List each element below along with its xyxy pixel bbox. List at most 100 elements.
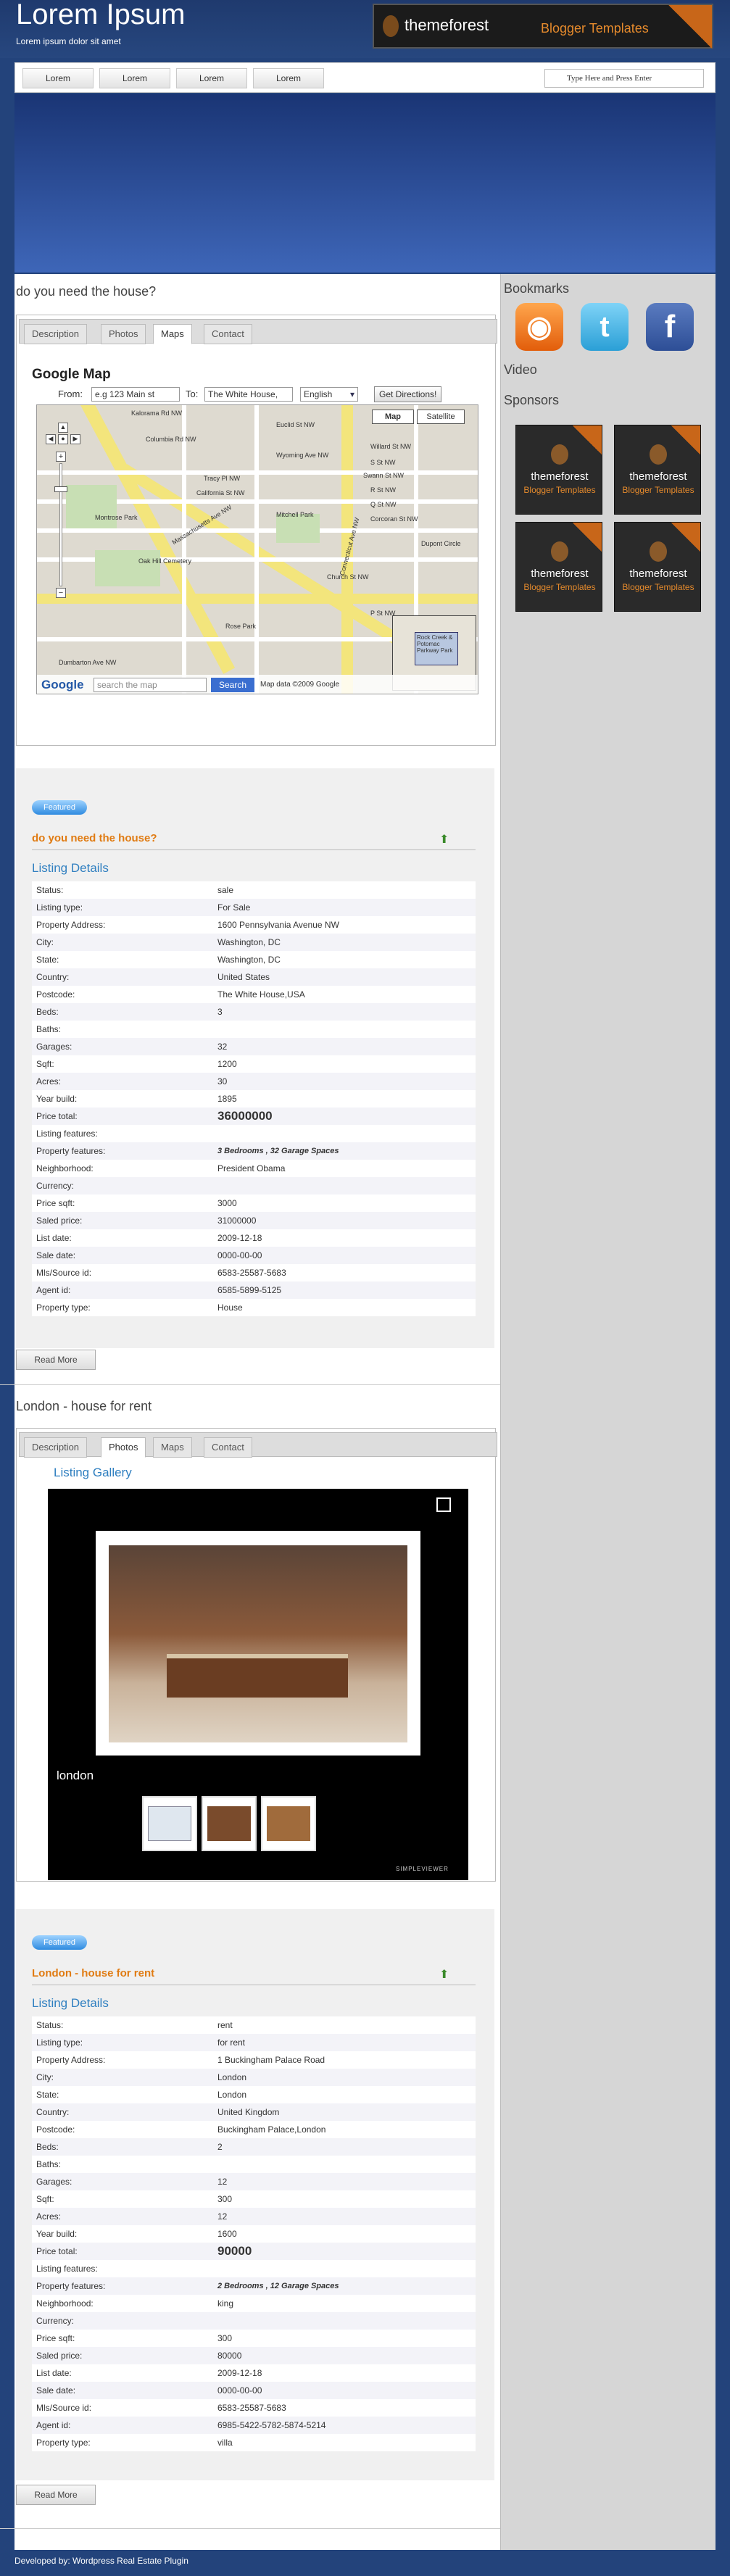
get-directions-button[interactable]: Get Directions! [374,386,442,402]
fullscreen-icon[interactable] [436,1497,451,1512]
twitter-icon[interactable]: t [581,303,629,351]
search-input[interactable]: Type Here and Press Enter [544,69,704,88]
google-map[interactable]: Kalorama Rd NW Columbia Rd NW Euclid St … [36,404,478,694]
gallery-thumbnail[interactable] [142,1796,197,1851]
pan-up-icon[interactable]: ▲ [58,423,68,433]
zoom-handle[interactable] [54,486,67,492]
up-arrow-icon[interactable]: ⬆ [439,1967,449,1982]
detail-label: State: [32,2086,213,2103]
detail-row: Property type: villa [32,2434,476,2451]
sponsor-ad[interactable]: themeforest Blogger Templates [515,522,602,612]
detail-row: Beds: 3 [32,1003,476,1021]
nav-tab-4[interactable]: Lorem [253,68,324,88]
featured-badge: Featured [32,1935,87,1950]
banner-tagline: Blogger Templates [541,21,649,36]
detail-row: Sqft: 1200 [32,1055,476,1073]
nav-tab-3[interactable]: Lorem [176,68,247,88]
sponsor-ad[interactable]: themeforest Blogger Templates [614,522,701,612]
zoom-in-icon[interactable]: + [56,452,66,462]
tab-photos[interactable]: Photos [101,1437,146,1458]
header-banner-ad[interactable]: themeforest Blogger Templates [373,4,713,49]
map-copyright: Map data ©2009 Google [260,681,340,689]
up-arrow-icon[interactable]: ⬆ [439,832,449,847]
sponsor-sub: Blogger Templates [523,582,596,592]
detail-value: for rent [213,2034,476,2051]
detail-value: 12 [213,2173,476,2190]
zoom-out-icon[interactable]: − [56,588,66,598]
detail-label: Beds: [32,1003,213,1021]
sponsor-ad[interactable]: themeforest Blogger Templates [614,425,701,515]
street-label: Willard St NW [370,443,411,450]
street-label: Corcoran St NW [370,515,418,523]
listing-details-heading: Listing Details [32,1996,109,2010]
to-input[interactable]: The White House, [204,387,293,402]
kitchen-photo[interactable] [109,1545,407,1742]
pan-right-icon[interactable]: ▶ [70,434,80,444]
listing-title[interactable]: do you need the house? [32,832,157,844]
detail-value [213,2260,476,2277]
tab-photos[interactable]: Photos [101,324,146,344]
site-title[interactable]: Lorem Ipsum [16,0,185,31]
detail-value [213,2312,476,2330]
park-area [95,550,160,586]
zoom-slider[interactable] [59,463,62,586]
nav-tab-1[interactable]: Lorem [22,68,94,88]
detail-label: State: [32,951,213,968]
detail-label: Mls/Source id: [32,2399,213,2417]
map-type-map-button[interactable]: Map [372,410,414,424]
footer-credit[interactable]: Developed by: Wordpress Real Estate Plug… [14,2556,188,2566]
tab-maps[interactable]: Maps [153,1437,192,1458]
detail-row: Price total: 90000 [32,2243,476,2260]
gallery-thumbnail[interactable] [261,1796,316,1851]
tab-description[interactable]: Description [24,1437,88,1458]
photo-gallery[interactable]: london SIMPLEVIEWER [48,1489,468,1880]
overview-viewport[interactable]: Rock Creek & Potomac Parkway Park [415,632,458,665]
from-input[interactable]: e.g 123 Main st [91,387,180,402]
detail-label: Garages: [32,1038,213,1055]
google-logo: Google [41,678,84,691]
detail-value: London [213,2069,476,2086]
tab-description[interactable]: Description [24,324,88,344]
detail-label: Country: [32,2103,213,2121]
detail-row: Country: United Kingdom [32,2103,476,2121]
map-street [254,405,259,694]
listing-title[interactable]: London - house for rent [32,1967,154,1979]
detail-label: City: [32,2069,213,2086]
tab-maps[interactable]: Maps [153,324,192,344]
tab-contact[interactable]: Contact [204,324,252,344]
map-search-input[interactable]: search the map [94,678,207,692]
detail-label: List date: [32,2364,213,2382]
facebook-icon[interactable]: f [646,303,694,351]
pan-center-icon[interactable]: ● [58,434,68,444]
detail-row: Acres: 30 [32,1073,476,1090]
gallery-thumbnail[interactable] [202,1796,257,1851]
detail-value: For Sale [213,899,476,916]
read-more-button[interactable]: Read More [16,2485,96,2505]
sponsor-ad[interactable]: themeforest Blogger Templates [515,425,602,515]
map-search-button[interactable]: Search [211,678,254,692]
rss-icon[interactable]: ◉ [515,303,563,351]
listing-gallery-heading: Listing Gallery [54,1466,132,1479]
post-title[interactable]: London - house for rent [16,1399,152,1414]
detail-row: Agent id: 6985-5422-5782-5874-5214 [32,2417,476,2434]
detail-value: United Kingdom [213,2103,476,2121]
detail-row: City: Washington, DC [32,934,476,951]
detail-value: 300 [213,2190,476,2208]
detail-row: Agent id: 6585-5899-5125 [32,1281,476,1299]
detail-row: Garages: 32 [32,1038,476,1055]
tab-contact[interactable]: Contact [204,1437,252,1458]
post-title[interactable]: do you need the house? [16,284,156,299]
read-more-button[interactable]: Read More [16,1350,96,1370]
detail-value [213,1177,476,1194]
detail-value: 30 [213,1073,476,1090]
detail-row: Listing features: [32,2260,476,2277]
nav-tab-2[interactable]: Lorem [99,68,170,88]
detail-label: Sale date: [32,1247,213,1264]
post-separator [0,1384,500,1385]
map-type-satellite-button[interactable]: Satellite [417,410,465,424]
pan-left-icon[interactable]: ◀ [46,434,56,444]
language-select[interactable]: English ▾ [300,387,358,402]
detail-row: Status: rent [32,2016,476,2034]
pan-control[interactable]: ▲ ◀ ● ▶ [46,423,82,449]
detail-label: Property Address: [32,2051,213,2069]
